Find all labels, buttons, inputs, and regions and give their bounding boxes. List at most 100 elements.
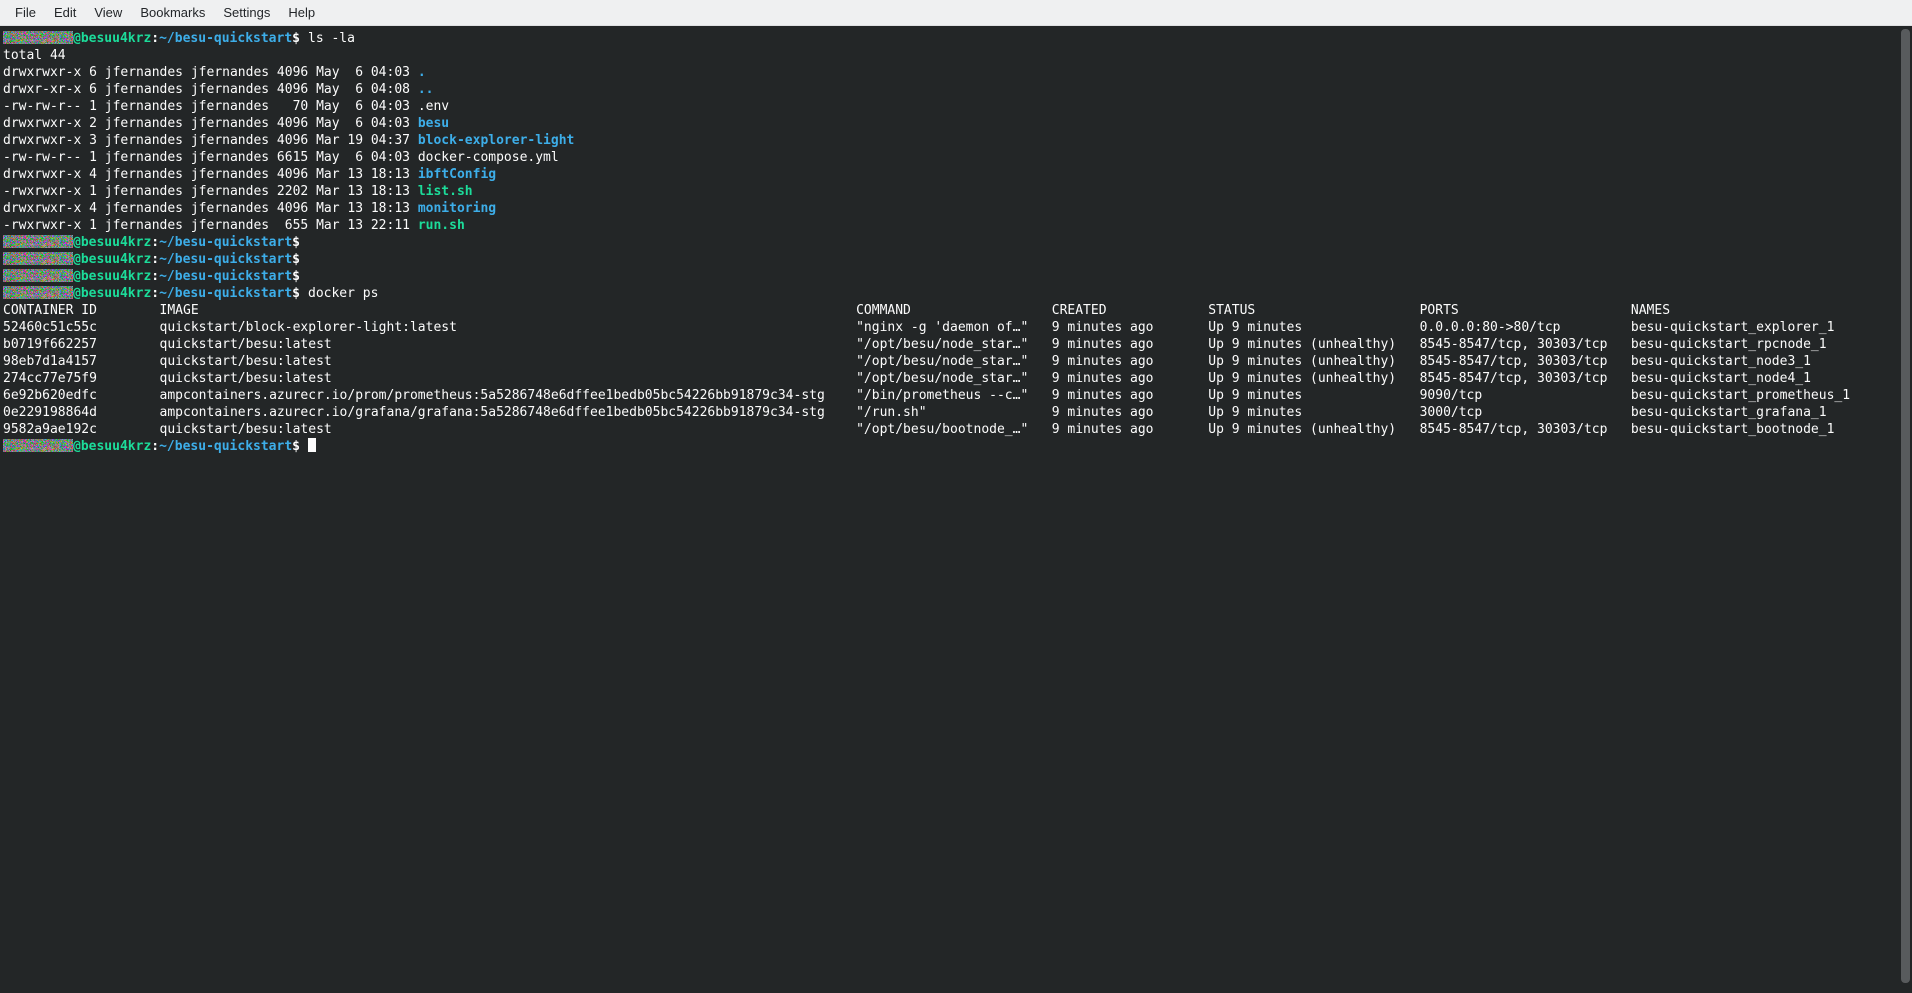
menu-settings[interactable]: Settings (214, 1, 279, 24)
docker-cell-id: 6e92b620edfc (3, 387, 160, 404)
redacted-username (3, 286, 73, 299)
docker-cell-command: "nginx -g 'daemon of…" (856, 319, 1052, 336)
docker-cell-created: 9 minutes ago (1052, 404, 1209, 421)
docker-row: 98eb7d1a4157quickstart/besu:latest"/opt/… (3, 353, 1898, 370)
docker-cell-id: 274cc77e75f9 (3, 370, 160, 387)
prompt-symbol: $ (292, 31, 300, 46)
docker-row: 52460c51c55cquickstart/block-explorer-li… (3, 319, 1898, 336)
menu-help[interactable]: Help (279, 1, 324, 24)
docker-row: 6e92b620edfcampcontainers.azurecr.io/pro… (3, 387, 1898, 404)
ls-entry-name: block-explorer-light (418, 133, 575, 148)
ls-entry-name: run.sh (418, 218, 465, 233)
ls-total: total 44 (3, 47, 1898, 64)
prompt-separator: : (151, 286, 159, 301)
command-docker-ps: docker ps (308, 286, 378, 301)
docker-cell-name: besu-quickstart_bootnode_1 (1631, 421, 1835, 438)
prompt-host: @besuu4krz (73, 252, 151, 267)
docker-header-ports: PORTS (1420, 302, 1631, 319)
ls-entry-name: ibftConfig (418, 167, 496, 182)
ls-entry: drwxrwxr-x 2 jfernandes jfernandes 4096 … (3, 115, 1898, 132)
prompt-host: @besuu4krz (73, 269, 151, 284)
prompt-path: ~/besu-quickstart (159, 252, 292, 267)
prompt-line-empty: @besuu4krz:~/besu-quickstart$ (3, 268, 1898, 285)
prompt-line-current: @besuu4krz:~/besu-quickstart$ (3, 438, 1898, 455)
menu-edit[interactable]: Edit (45, 1, 85, 24)
docker-cell-ports: 0.0.0.0:80->80/tcp (1420, 319, 1631, 336)
prompt-separator: : (151, 235, 159, 250)
docker-row: 274cc77e75f9quickstart/besu:latest"/opt/… (3, 370, 1898, 387)
prompt-symbol: $ (292, 439, 300, 454)
ls-entry-name: docker-compose.yml (418, 150, 559, 165)
docker-cell-created: 9 minutes ago (1052, 387, 1209, 404)
docker-header-row: CONTAINER IDIMAGECOMMANDCREATEDSTATUSPOR… (3, 302, 1898, 319)
ls-entry-name: .. (418, 82, 434, 97)
ls-entry-meta: drwxrwxr-x 2 jfernandes jfernandes 4096 … (3, 116, 418, 131)
prompt-path: ~/besu-quickstart (159, 235, 292, 250)
docker-cell-command: "/run.sh" (856, 404, 1052, 421)
ls-entry-meta: drwxrwxr-x 4 jfernandes jfernandes 4096 … (3, 201, 418, 216)
docker-row: b0719f662257quickstart/besu:latest"/opt/… (3, 336, 1898, 353)
ls-entry: drwxrwxr-x 6 jfernandes jfernandes 4096 … (3, 64, 1898, 81)
docker-cell-name: besu-quickstart_node4_1 (1631, 370, 1811, 387)
redacted-username (3, 269, 73, 282)
ls-entry-meta: -rwxrwxr-x 1 jfernandes jfernandes 655 M… (3, 218, 418, 233)
docker-cell-ports: 8545-8547/tcp, 30303/tcp (1420, 336, 1631, 353)
docker-cell-status: Up 9 minutes (unhealthy) (1208, 336, 1419, 353)
docker-cell-id: 0e229198864d (3, 404, 160, 421)
docker-cell-image: quickstart/block-explorer-light:latest (160, 319, 857, 336)
docker-cell-status: Up 9 minutes (1208, 319, 1419, 336)
prompt-separator: : (151, 439, 159, 454)
terminal-screen[interactable]: @besuu4krz:~/besu-quickstart$ls -la tota… (0, 26, 1912, 992)
docker-cell-ports: 9090/tcp (1420, 387, 1631, 404)
ls-entry-meta: drwxrwxr-x 4 jfernandes jfernandes 4096 … (3, 167, 418, 182)
docker-cell-status: Up 9 minutes (unhealthy) (1208, 370, 1419, 387)
docker-row: 0e229198864dampcontainers.azurecr.io/gra… (3, 404, 1898, 421)
prompt-separator: : (151, 269, 159, 284)
prompt-separator: : (151, 252, 159, 267)
prompt-path: ~/besu-quickstart (159, 286, 292, 301)
redacted-username (3, 252, 73, 265)
docker-cell-id: 52460c51c55c (3, 319, 160, 336)
prompt-path: ~/besu-quickstart (159, 31, 292, 46)
prompt-host: @besuu4krz (73, 286, 151, 301)
ls-entry: drwxrwxr-x 4 jfernandes jfernandes 4096 … (3, 166, 1898, 183)
ls-entry: -rw-rw-r-- 1 jfernandes jfernandes 70 Ma… (3, 98, 1898, 115)
prompt-path: ~/besu-quickstart (159, 269, 292, 284)
docker-cell-command: "/bin/prometheus --c…" (856, 387, 1052, 404)
prompt-line-empty: @besuu4krz:~/besu-quickstart$ (3, 251, 1898, 268)
docker-cell-id: 9582a9ae192c (3, 421, 160, 438)
prompt-line-empty: @besuu4krz:~/besu-quickstart$ (3, 234, 1898, 251)
docker-cell-image: quickstart/besu:latest (160, 421, 857, 438)
scrollbar-thumb[interactable] (1901, 29, 1910, 983)
ls-entry: -rwxrwxr-x 1 jfernandes jfernandes 2202 … (3, 183, 1898, 200)
docker-cell-ports: 8545-8547/tcp, 30303/tcp (1420, 421, 1631, 438)
docker-cell-id: 98eb7d1a4157 (3, 353, 160, 370)
ls-entry-name: besu (418, 116, 449, 131)
docker-header-command: COMMAND (856, 302, 1052, 319)
terminal-cursor (308, 438, 316, 452)
prompt-line-ls: @besuu4krz:~/besu-quickstart$ls -la (3, 30, 1898, 47)
ls-entry-meta: drwxrwxr-x 3 jfernandes jfernandes 4096 … (3, 133, 418, 148)
prompt-symbol: $ (292, 235, 300, 250)
docker-header-image: IMAGE (160, 302, 857, 319)
prompt-host: @besuu4krz (73, 31, 151, 46)
docker-cell-ports: 8545-8547/tcp, 30303/tcp (1420, 353, 1631, 370)
docker-cell-command: "/opt/besu/bootnode_…" (856, 421, 1052, 438)
menu-bookmarks[interactable]: Bookmarks (131, 1, 214, 24)
menubar: File Edit View Bookmarks Settings Help (0, 0, 1912, 26)
menu-file[interactable]: File (6, 1, 45, 24)
docker-cell-created: 9 minutes ago (1052, 421, 1209, 438)
redacted-username (3, 439, 73, 452)
docker-cell-command: "/opt/besu/node_star…" (856, 336, 1052, 353)
docker-cell-name: besu-quickstart_explorer_1 (1631, 319, 1835, 336)
docker-header-created: CREATED (1052, 302, 1209, 319)
ls-entry-meta: drwxr-xr-x 6 jfernandes jfernandes 4096 … (3, 82, 418, 97)
ls-entry: -rw-rw-r-- 1 jfernandes jfernandes 6615 … (3, 149, 1898, 166)
ls-entry: -rwxrwxr-x 1 jfernandes jfernandes 655 M… (3, 217, 1898, 234)
docker-cell-name: besu-quickstart_prometheus_1 (1631, 387, 1850, 404)
ls-entry: drwxrwxr-x 3 jfernandes jfernandes 4096 … (3, 132, 1898, 149)
docker-cell-image: quickstart/besu:latest (160, 370, 857, 387)
prompt-symbol: $ (292, 269, 300, 284)
menu-view[interactable]: View (85, 1, 131, 24)
docker-header-status: STATUS (1208, 302, 1419, 319)
